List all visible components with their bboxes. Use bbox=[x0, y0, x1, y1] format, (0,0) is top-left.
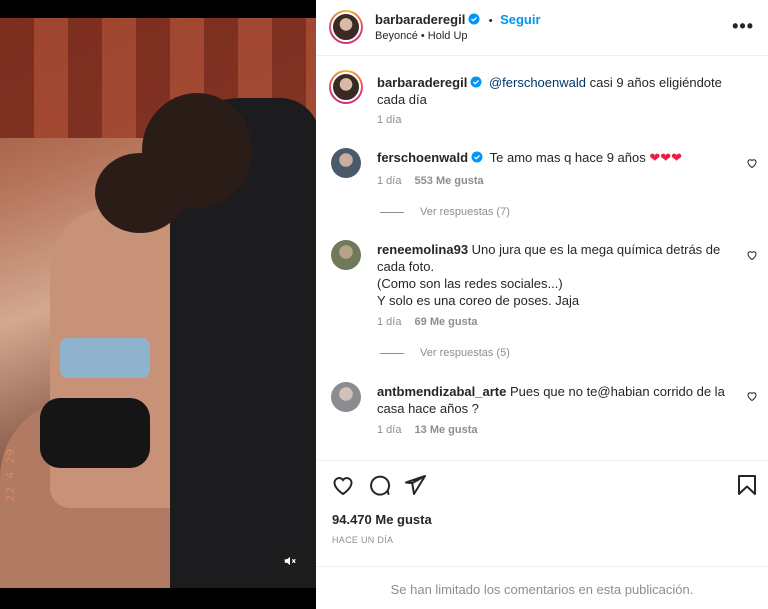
verified-badge-icon bbox=[470, 76, 482, 88]
photo-image: 22 4 29 bbox=[0, 18, 316, 588]
view-replies-button[interactable]: Ver respuestas (5) bbox=[380, 347, 510, 359]
verified-badge-icon bbox=[468, 13, 480, 25]
comment-meta: 1 día 13 Me gusta bbox=[377, 424, 488, 436]
comments-list: barbaraderegil @ferschoenwald casi 9 año… bbox=[316, 57, 768, 457]
more-options-icon[interactable]: ••• bbox=[732, 16, 754, 37]
post-photo[interactable]: 22 4 29 bbox=[0, 0, 316, 609]
comment-username[interactable]: antbmendizabal_arte bbox=[377, 384, 506, 399]
comment-time: 1 día bbox=[377, 316, 402, 328]
post-actions: 94.470 Me gusta HACE UN DÍA bbox=[316, 460, 768, 580]
comment-meta: 1 día 553 Me gusta bbox=[377, 175, 494, 187]
comments-limited-notice: Se han limitado los comentarios en esta … bbox=[316, 566, 768, 609]
photo-date-stamp: 22 4 29 bbox=[4, 448, 17, 502]
caption-avatar[interactable] bbox=[329, 70, 363, 104]
comment-time: 1 día bbox=[377, 424, 402, 436]
comment-avatar[interactable] bbox=[331, 148, 361, 178]
comment-text: ferschoenwald Te amo mas q hace 9 años ❤… bbox=[377, 149, 717, 166]
comment-body-line2: casa hace años ? bbox=[377, 401, 479, 416]
author-username[interactable]: barbaraderegil bbox=[375, 12, 465, 27]
post-header: barbaraderegil • Seguir Beyoncé • Hold U… bbox=[316, 0, 768, 56]
like-comment-heart-icon[interactable] bbox=[746, 249, 758, 261]
comment-username[interactable]: reneemolina93 bbox=[377, 242, 468, 257]
comment-likes[interactable]: 13 Me gusta bbox=[415, 424, 478, 436]
comment-text: reneemolina93 Uno jura que es la mega qu… bbox=[377, 241, 747, 309]
photo-figure-woman-head bbox=[95, 153, 185, 233]
replies-divider bbox=[380, 352, 404, 354]
replies-divider bbox=[380, 211, 404, 213]
follow-button[interactable]: Seguir bbox=[500, 12, 540, 27]
share-paper-plane-icon[interactable] bbox=[403, 473, 427, 497]
like-heart-icon[interactable] bbox=[331, 473, 355, 497]
comment-body-line1: Pues que no te@habian corrido de la bbox=[509, 384, 725, 399]
speaker-muted-icon bbox=[284, 556, 296, 566]
comment-body-line2: cada foto. bbox=[377, 259, 435, 274]
comment-time: 1 día bbox=[377, 175, 402, 187]
likes-count[interactable]: 94.470 Me gusta bbox=[332, 512, 432, 527]
comment-text: antbmendizabal_arte Pues que no te@habia… bbox=[377, 383, 747, 417]
comment-avatar[interactable] bbox=[331, 240, 361, 270]
comment-likes[interactable]: 69 Me gusta bbox=[415, 316, 478, 328]
audio-track-link[interactable]: Beyoncé • Hold Up bbox=[375, 30, 468, 42]
comment-meta: 1 día 69 Me gusta bbox=[377, 316, 488, 328]
comment-likes[interactable]: 553 Me gusta bbox=[415, 175, 484, 187]
caption-mention[interactable]: @ferschoenwald bbox=[489, 75, 586, 90]
save-bookmark-icon[interactable] bbox=[735, 473, 759, 497]
comment-body-line3: (Como son las redes sociales...) bbox=[377, 276, 563, 291]
comment-body: Te amo mas q hace 9 años bbox=[489, 150, 646, 165]
comment-username[interactable]: ferschoenwald bbox=[377, 150, 468, 165]
like-comment-heart-icon[interactable] bbox=[746, 157, 758, 169]
view-replies-label: Ver respuestas (7) bbox=[420, 206, 510, 218]
heart-emoji: ❤❤❤ bbox=[649, 150, 683, 165]
view-replies-label: Ver respuestas (5) bbox=[420, 347, 510, 359]
post-side-panel: barbaraderegil • Seguir Beyoncé • Hold U… bbox=[316, 0, 768, 609]
verified-badge-icon bbox=[471, 151, 483, 163]
comment-avatar[interactable] bbox=[331, 382, 361, 412]
comment-bubble-icon[interactable] bbox=[367, 473, 391, 497]
mute-button[interactable] bbox=[277, 548, 303, 574]
view-replies-button[interactable]: Ver respuestas (7) bbox=[380, 206, 510, 218]
comment-body-line1: Uno jura que es la mega química detrás d… bbox=[471, 242, 721, 257]
header-separator: • bbox=[488, 15, 493, 27]
caption-time: 1 día bbox=[377, 114, 402, 126]
caption-username[interactable]: barbaraderegil bbox=[377, 75, 467, 90]
comment-body-line4: Y solo es una coreo de poses. Jaja bbox=[377, 293, 580, 308]
photo-figure-top bbox=[60, 338, 150, 378]
caption-body-line2: cada día bbox=[377, 92, 427, 107]
photo-figure-shorts bbox=[40, 398, 150, 468]
like-comment-heart-icon[interactable] bbox=[746, 390, 758, 402]
caption-body-line1: casi 9 años eligiéndote bbox=[589, 75, 722, 90]
author-avatar[interactable] bbox=[329, 10, 363, 44]
post-time-ago: HACE UN DÍA bbox=[332, 535, 394, 545]
caption-text: barbaraderegil @ferschoenwald casi 9 año… bbox=[377, 74, 757, 108]
